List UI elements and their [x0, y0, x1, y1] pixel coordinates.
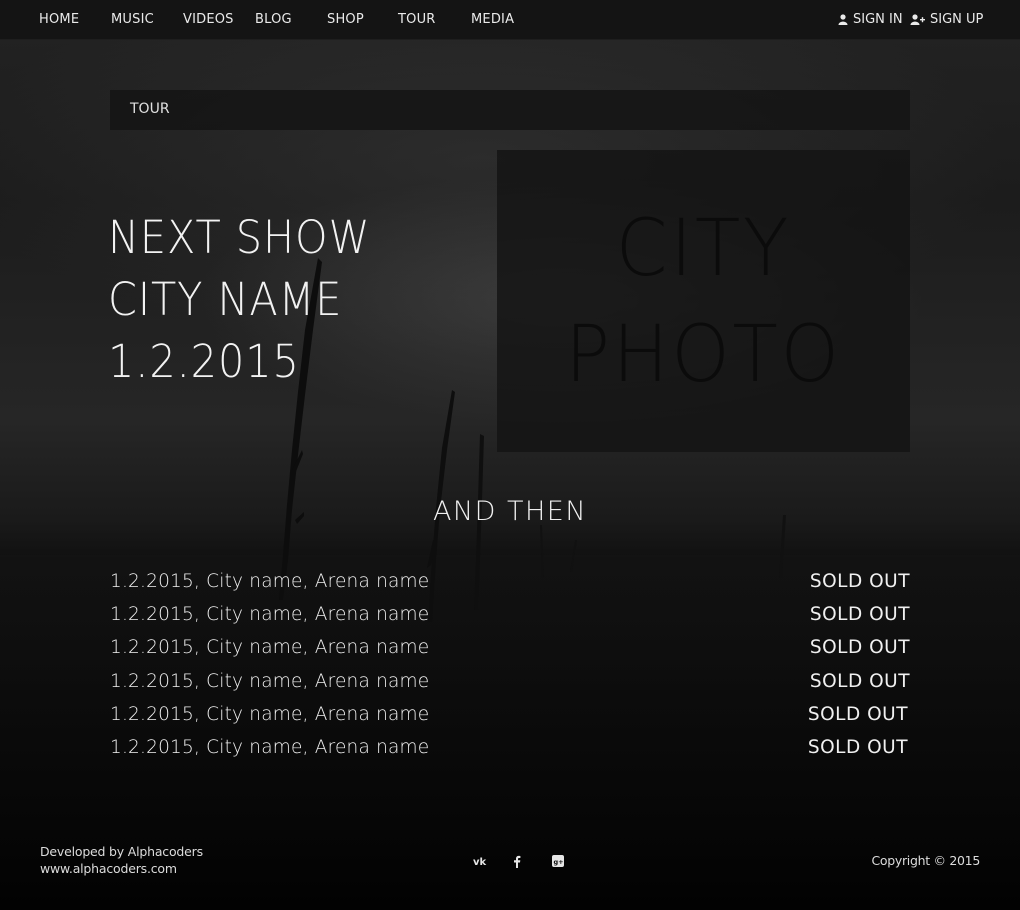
user-plus-icon — [910, 14, 925, 25]
city-photo-placeholder: CITY PHOTO — [497, 150, 910, 452]
show-row: 1.2.2015, City name, Arena name SOLD OUT — [110, 671, 910, 699]
vk-icon[interactable]: vk — [472, 852, 490, 870]
next-show-city: CITY NAME — [108, 273, 343, 326]
and-then-heading: AND THEN — [432, 496, 588, 527]
show-row: 1.2.2015, City name, Arena name SOLD OUT — [110, 604, 910, 632]
nav-videos[interactable]: VIDEOS — [183, 12, 234, 27]
footer-credits: Developed by Alphacoders www.alphacoders… — [40, 843, 203, 877]
city-photo-text-line1: CITY — [615, 204, 792, 294]
show-info: 1.2.2015, City name, Arena name — [110, 637, 430, 658]
user-icon — [838, 14, 848, 25]
show-row: 1.2.2015, City name, Arena name SOLD OUT — [110, 571, 910, 599]
show-row: 1.2.2015, City name, Arena name SOLD OUT — [110, 737, 908, 765]
show-status: SOLD OUT — [807, 704, 908, 725]
show-status: SOLD OUT — [809, 637, 910, 658]
show-row: 1.2.2015, City name, Arena name SOLD OUT — [110, 637, 910, 665]
nav-shop[interactable]: SHOP — [327, 12, 364, 27]
show-status: SOLD OUT — [809, 571, 910, 592]
background-image — [0, 0, 1020, 910]
show-status: SOLD OUT — [809, 671, 910, 692]
show-info: 1.2.2015, City name, Arena name — [110, 671, 430, 692]
show-info: 1.2.2015, City name, Arena name — [110, 704, 430, 725]
developer-credit: Developed by Alphacoders — [40, 844, 203, 859]
show-info: 1.2.2015, City name, Arena name — [110, 604, 430, 625]
nav-music[interactable]: MUSIC — [111, 12, 154, 27]
show-status: SOLD OUT — [809, 604, 910, 625]
svg-text:g+: g+ — [554, 858, 564, 866]
facebook-icon[interactable] — [508, 852, 526, 870]
nav-tour[interactable]: TOUR — [398, 12, 436, 27]
developer-site-link[interactable]: www.alphacoders.com — [40, 860, 203, 877]
nav-home[interactable]: HOME — [39, 12, 79, 27]
sign-in-link[interactable]: SIGN IN — [838, 12, 903, 27]
sign-up-link[interactable]: SIGN UP — [910, 12, 983, 27]
city-photo-text-line2: PHOTO — [565, 310, 842, 400]
sign-up-label: SIGN UP — [930, 12, 984, 27]
sign-in-label: SIGN IN — [853, 12, 903, 27]
next-show-date: 1.2.2015 — [108, 335, 300, 388]
breadcrumb: TOUR — [110, 90, 910, 130]
show-info: 1.2.2015, City name, Arena name — [110, 737, 430, 758]
landscape-silhouette — [0, 258, 1020, 910]
show-status: SOLD OUT — [807, 737, 908, 758]
google-plus-icon[interactable]: g+ — [549, 852, 567, 870]
copyright: Copyright © 2015 — [871, 853, 980, 868]
svg-text:vk: vk — [473, 857, 487, 866]
next-show-heading: NEXT SHOW — [108, 211, 371, 264]
top-nav: HOME MUSIC VIDEOS BLOG SHOP TOUR MEDIA S… — [0, 0, 1020, 40]
show-row: 1.2.2015, City name, Arena name SOLD OUT — [110, 704, 908, 732]
nav-media[interactable]: MEDIA — [471, 12, 514, 27]
breadcrumb-label: TOUR — [130, 101, 170, 117]
show-info: 1.2.2015, City name, Arena name — [110, 571, 430, 592]
nav-blog[interactable]: BLOG — [255, 12, 292, 27]
